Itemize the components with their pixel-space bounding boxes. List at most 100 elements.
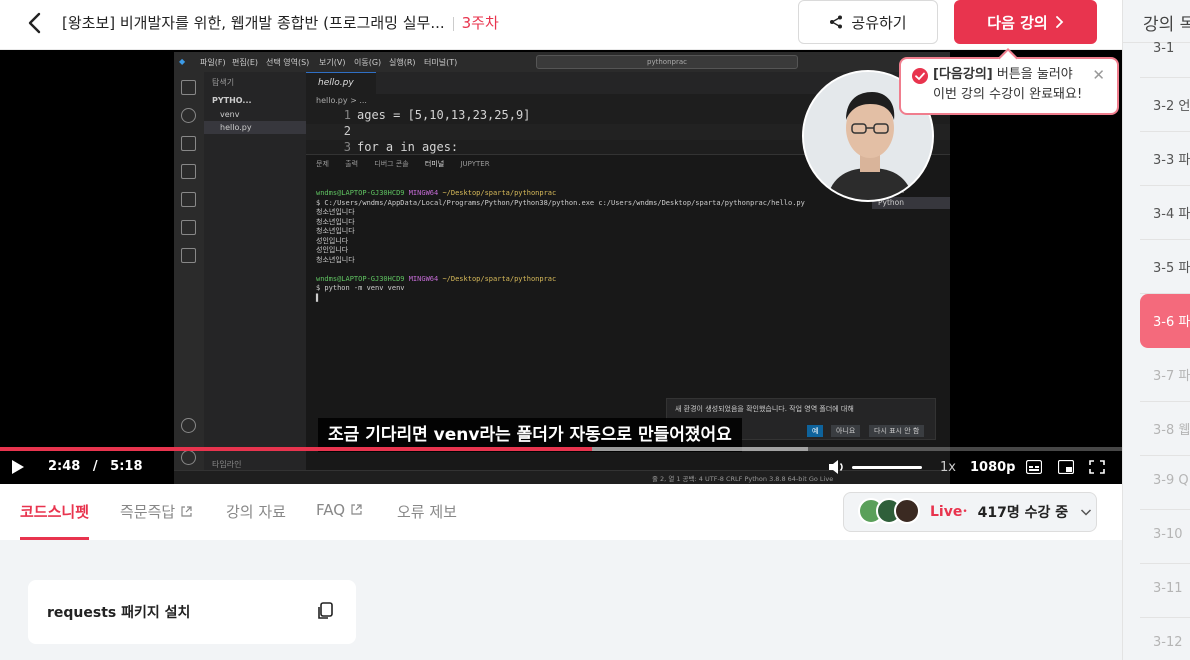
lesson-label: 3-7 파 [1153, 369, 1190, 384]
check-circle-icon [912, 68, 928, 84]
code-line: for a in ages: [357, 140, 459, 154]
notify-button: 다시 표시 안 함 [869, 425, 925, 437]
course-title-text: [왕초보] 비개발자를 위한, 웹개발 종합반 (프로그래밍 실무... [62, 14, 445, 32]
tab-code-snippet[interactable]: 코드스니펫 [20, 501, 89, 522]
panel-tab: 터미널 [424, 160, 445, 168]
time-separator: / [92, 459, 98, 474]
lesson-label: 3-1 [1153, 41, 1175, 56]
testing-icon [181, 220, 196, 235]
playback-speed[interactable]: 1x [940, 460, 956, 475]
lesson-item-3-6[interactable]: 3-6 파 [1140, 294, 1190, 348]
lesson-label: 3-2 언 [1153, 99, 1190, 114]
lesson-item-3-11[interactable]: 3-11 [1140, 564, 1190, 618]
snippet-card[interactable]: requests 패키지 설치 [28, 580, 356, 644]
term-prompt: wndms@LAPTOP-GJ30HCD9 [316, 189, 409, 197]
title-divider [452, 16, 454, 31]
tooltip-close-icon[interactable]: ✕ [1092, 65, 1105, 85]
vs-menu-item: 실행(R) [389, 58, 416, 67]
lesson-item-3-1[interactable]: 3-1 [1140, 24, 1190, 78]
vs-menu-item: 보기(V) [319, 58, 346, 67]
video-controls: 2:48 / 5:18 1x 1080p [0, 451, 1122, 484]
volume-slider[interactable] [852, 466, 922, 469]
vs-menu-item: 터미널(T) [424, 58, 458, 67]
duration: 5:18 [110, 459, 143, 474]
back-arrow-icon[interactable] [24, 11, 48, 35]
lesson-label: 3-9 Q [1153, 473, 1189, 488]
explorer-icon [181, 80, 196, 95]
live-count: 417명 수강 중 [977, 505, 1069, 521]
vscode-activity-bar [174, 72, 204, 484]
current-time: 2:48 [48, 459, 81, 474]
tab-faq[interactable]: FAQ [316, 501, 362, 519]
week-label: 3주차 [461, 14, 499, 32]
live-dot: • [962, 507, 968, 517]
run-debug-icon [181, 164, 196, 179]
explorer-project: PYTHO... [212, 96, 252, 105]
term-line: $ C:/Users/wndms/AppData/Local/Programs/… [316, 198, 805, 207]
external-link-icon [351, 504, 362, 515]
vs-menu-item: 선택 영역(S) [266, 58, 310, 67]
explorer-title: 탐색기 [212, 78, 235, 87]
term-line: 청소년입니다 [316, 255, 355, 264]
tooltip-line-1: [다음강의] 버튼을 눌러야 [933, 65, 1107, 85]
account-icon [181, 418, 196, 433]
share-button[interactable]: 공유하기 [798, 0, 938, 44]
lesson-item-3-9[interactable]: 3-9 Q [1140, 456, 1190, 510]
editor-tab: hello.py [306, 72, 376, 94]
picture-in-picture-icon[interactable] [1058, 460, 1074, 474]
term-path: ~/Desktop/sparta/pythonprac [442, 189, 557, 197]
vscode-explorer: 탐색기 PYTHO... venv hello.py 타임라인 [204, 72, 306, 484]
term-prompt: wndms@LAPTOP-GJ30HCD9 [316, 274, 409, 283]
tab-qna[interactable]: 즉문즉답 [120, 501, 192, 522]
fullscreen-icon[interactable] [1089, 460, 1105, 474]
lesson-item-3-3[interactable]: 3-3 파 [1140, 132, 1190, 186]
lesson-item-3-8[interactable]: 3-8 웹 [1140, 402, 1190, 456]
vs-menu-item: 이동(G) [354, 58, 382, 67]
lesson-item-3-5[interactable]: 3-5 파 [1140, 240, 1190, 294]
next-lecture-button[interactable]: 다음 강의 [954, 0, 1097, 44]
external-link-icon [181, 506, 192, 517]
lesson-item-3-10[interactable]: 3-10 [1140, 510, 1190, 564]
snippet-area: requests 패키지 설치 [0, 540, 1122, 660]
lesson-label: 3-5 파 [1153, 261, 1190, 276]
subtitles-icon[interactable] [1026, 460, 1042, 474]
live-viewers-dropdown[interactable]: Live • 417명 수강 중 [843, 492, 1097, 532]
notify-button: 아니요 [831, 425, 861, 437]
line-number: 2 [343, 124, 351, 138]
term-path: ~/Desktop/sparta/pythonprac [442, 274, 557, 283]
chevron-down-icon [1081, 509, 1092, 516]
lesson-item-3-4[interactable]: 3-4 파 [1140, 186, 1190, 240]
video-player[interactable]: ◆ 파일(F) 편집(E) 선택 영역(S) 보기(V) 이동(G) 실행(R)… [0, 50, 1122, 484]
term-line: $ python -m venv venv [316, 284, 405, 292]
chevron-right-icon [1055, 16, 1063, 28]
lesson-item-3-12[interactable]: 3-12 [1140, 618, 1190, 660]
video-quality[interactable]: 1080p [970, 460, 1016, 475]
course-title: [왕초보] 비개발자를 위한, 웹개발 종합반 (프로그래밍 실무... 3주차 [62, 12, 499, 33]
terminal-output: wndms@LAPTOP-GJ30HCD9 MINGW64 ~/Desktop/… [316, 189, 805, 302]
volume-icon[interactable] [828, 459, 846, 475]
tab-materials[interactable]: 강의 자료 [226, 501, 286, 522]
term-line: 청소년입니다 [316, 217, 355, 226]
panel-tab: 출력 [345, 160, 359, 168]
copy-icon[interactable] [315, 601, 335, 621]
panel-tab: 디버그 콘솔 [374, 160, 409, 168]
term-line: 청소년입니다 [316, 208, 355, 216]
lesson-label: 3-4 파 [1153, 207, 1190, 222]
source-control-icon [181, 136, 196, 151]
vs-menu-item: 편집(E) [232, 58, 259, 67]
term-line: 성인입니다 [316, 236, 349, 245]
lesson-label: 3-11 [1153, 581, 1183, 596]
lesson-item-3-7[interactable]: 3-7 파 [1140, 348, 1190, 402]
tab-error-report[interactable]: 오류 제보 [397, 501, 457, 522]
panel-tabs: 문제 출력 디버그 콘솔 터미널 JUPYTER [316, 159, 504, 169]
term-line: 청소년입니다 [316, 227, 355, 235]
snippet-title: requests 패키지 설치 [47, 605, 191, 621]
live-avatars [858, 498, 924, 526]
term-shell: MINGW64 [408, 189, 439, 197]
code-line: ages = [5,10,13,23,25,9] [357, 108, 531, 122]
line-number: 1 [343, 108, 351, 122]
play-icon[interactable] [12, 460, 24, 474]
page: [왕초보] 비개발자를 위한, 웹개발 종합반 (프로그래밍 실무... 3주차 … [0, 0, 1190, 660]
term-shell: MINGW64 [408, 274, 439, 283]
lesson-item-3-2[interactable]: 3-2 언 [1140, 78, 1190, 132]
